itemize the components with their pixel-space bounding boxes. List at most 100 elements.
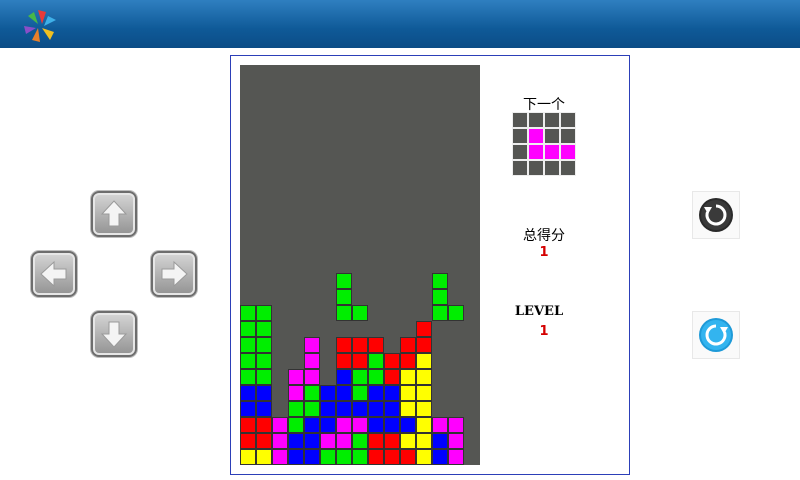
preview-empty-cell	[544, 112, 560, 128]
board-block	[336, 369, 352, 385]
board-block	[288, 401, 304, 417]
board-block	[448, 449, 464, 465]
board-block	[336, 273, 352, 289]
board-block	[448, 305, 464, 321]
board-block	[304, 433, 320, 449]
board-block	[416, 433, 432, 449]
board-block	[256, 385, 272, 401]
game-board[interactable]	[240, 65, 480, 465]
board-block	[256, 401, 272, 417]
board-block	[416, 369, 432, 385]
title-bar	[0, 0, 800, 48]
board-block	[448, 417, 464, 433]
preview-empty-cell	[512, 160, 528, 176]
preview-empty-cell	[544, 128, 560, 144]
board-block	[400, 337, 416, 353]
board-block	[256, 321, 272, 337]
rotate-cw-button[interactable]	[692, 311, 740, 359]
rotate-cw-icon	[699, 318, 733, 352]
board-block	[240, 353, 256, 369]
board-block	[448, 433, 464, 449]
preview-block	[528, 128, 544, 144]
board-block	[352, 353, 368, 369]
board-block	[416, 321, 432, 337]
board-block	[384, 433, 400, 449]
board-block	[288, 433, 304, 449]
board-block	[368, 353, 384, 369]
board-grid	[240, 273, 464, 465]
board-block	[432, 273, 448, 289]
rotate-ccw-icon	[699, 198, 733, 232]
board-block	[336, 417, 352, 433]
board-block	[272, 417, 288, 433]
preview-block	[560, 144, 576, 160]
board-block	[400, 353, 416, 369]
board-block	[432, 449, 448, 465]
board-block	[432, 433, 448, 449]
board-block	[288, 369, 304, 385]
preview-empty-cell	[560, 160, 576, 176]
board-block	[416, 401, 432, 417]
board-block	[240, 417, 256, 433]
board-block	[384, 385, 400, 401]
down-button[interactable]	[91, 311, 137, 357]
board-block	[336, 433, 352, 449]
board-block	[352, 449, 368, 465]
board-block	[432, 417, 448, 433]
board-block	[272, 449, 288, 465]
board-block	[368, 433, 384, 449]
board-block	[368, 401, 384, 417]
board-block	[240, 449, 256, 465]
board-block	[288, 449, 304, 465]
board-block	[240, 369, 256, 385]
board-block	[432, 289, 448, 305]
board-block	[304, 401, 320, 417]
arrow-left-icon	[40, 260, 67, 288]
board-block	[336, 337, 352, 353]
level-label: LEVEL	[514, 304, 564, 319]
board-block	[336, 385, 352, 401]
board-block	[256, 369, 272, 385]
board-block	[240, 385, 256, 401]
preview-block	[544, 144, 560, 160]
next-piece-grid	[512, 112, 576, 176]
board-block	[368, 337, 384, 353]
board-block	[400, 433, 416, 449]
board-block	[320, 417, 336, 433]
arrow-up-icon	[100, 200, 128, 227]
board-block	[352, 417, 368, 433]
board-block	[400, 449, 416, 465]
up-button[interactable]	[91, 191, 137, 237]
rotate-ccw-button[interactable]	[692, 191, 740, 239]
board-block	[352, 337, 368, 353]
board-block	[304, 449, 320, 465]
next-piece-label: 下一个	[523, 97, 565, 113]
board-block	[304, 369, 320, 385]
board-block	[336, 289, 352, 305]
board-block	[256, 305, 272, 321]
arrow-down-icon	[100, 321, 128, 348]
board-block	[384, 369, 400, 385]
board-block	[352, 369, 368, 385]
board-block	[256, 417, 272, 433]
board-block	[352, 305, 368, 321]
board-block	[384, 401, 400, 417]
board-block	[368, 369, 384, 385]
board-block	[304, 385, 320, 401]
preview-empty-cell	[512, 112, 528, 128]
preview-empty-cell	[512, 128, 528, 144]
right-button[interactable]	[151, 251, 197, 297]
board-block	[368, 417, 384, 433]
board-block	[336, 449, 352, 465]
board-block	[400, 369, 416, 385]
left-button[interactable]	[31, 251, 77, 297]
board-block	[416, 417, 432, 433]
preview-block	[528, 144, 544, 160]
board-block	[240, 433, 256, 449]
preview-empty-cell	[512, 144, 528, 160]
board-block	[416, 337, 432, 353]
pinwheel-logo-icon	[24, 10, 56, 42]
board-block	[320, 433, 336, 449]
next-piece-preview	[512, 112, 576, 176]
board-block	[304, 353, 320, 369]
